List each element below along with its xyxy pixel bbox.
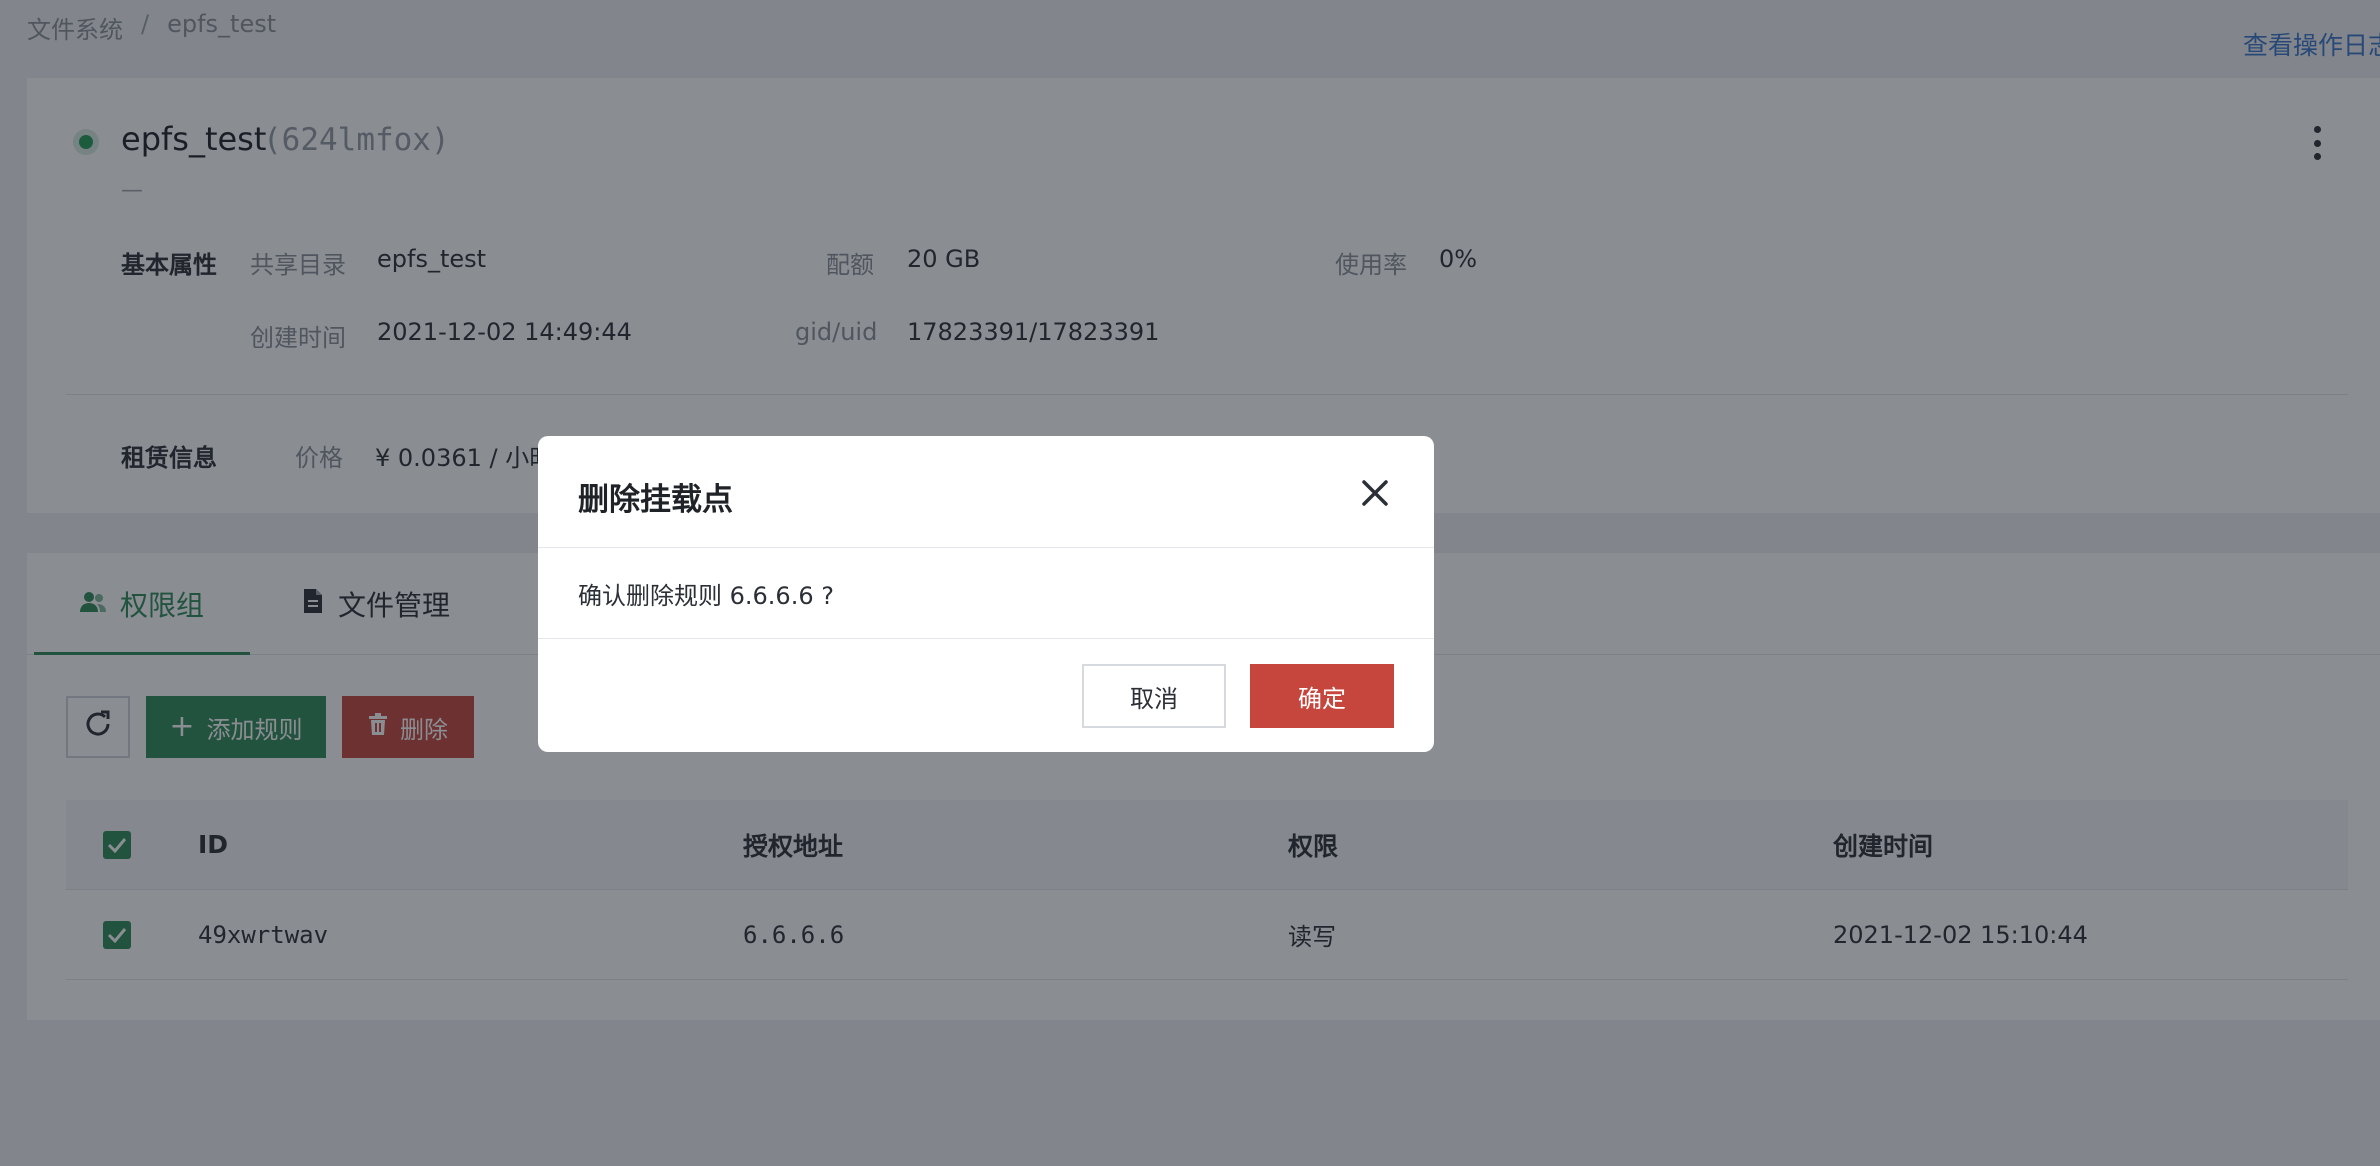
- cancel-button[interactable]: 取消: [1082, 664, 1226, 728]
- dialog-message: 确认删除规则 6.6.6.6 ?: [578, 582, 834, 610]
- delete-mount-point-dialog: 删除挂载点 确认删除规则 6.6.6.6 ? 取消 确定: [538, 436, 1434, 752]
- confirm-button[interactable]: 确定: [1250, 664, 1394, 728]
- dialog-divider-bottom: [538, 638, 1434, 639]
- dialog-divider-top: [538, 547, 1434, 548]
- dialog-title: 删除挂载点: [578, 482, 733, 518]
- close-icon[interactable]: [1358, 476, 1392, 510]
